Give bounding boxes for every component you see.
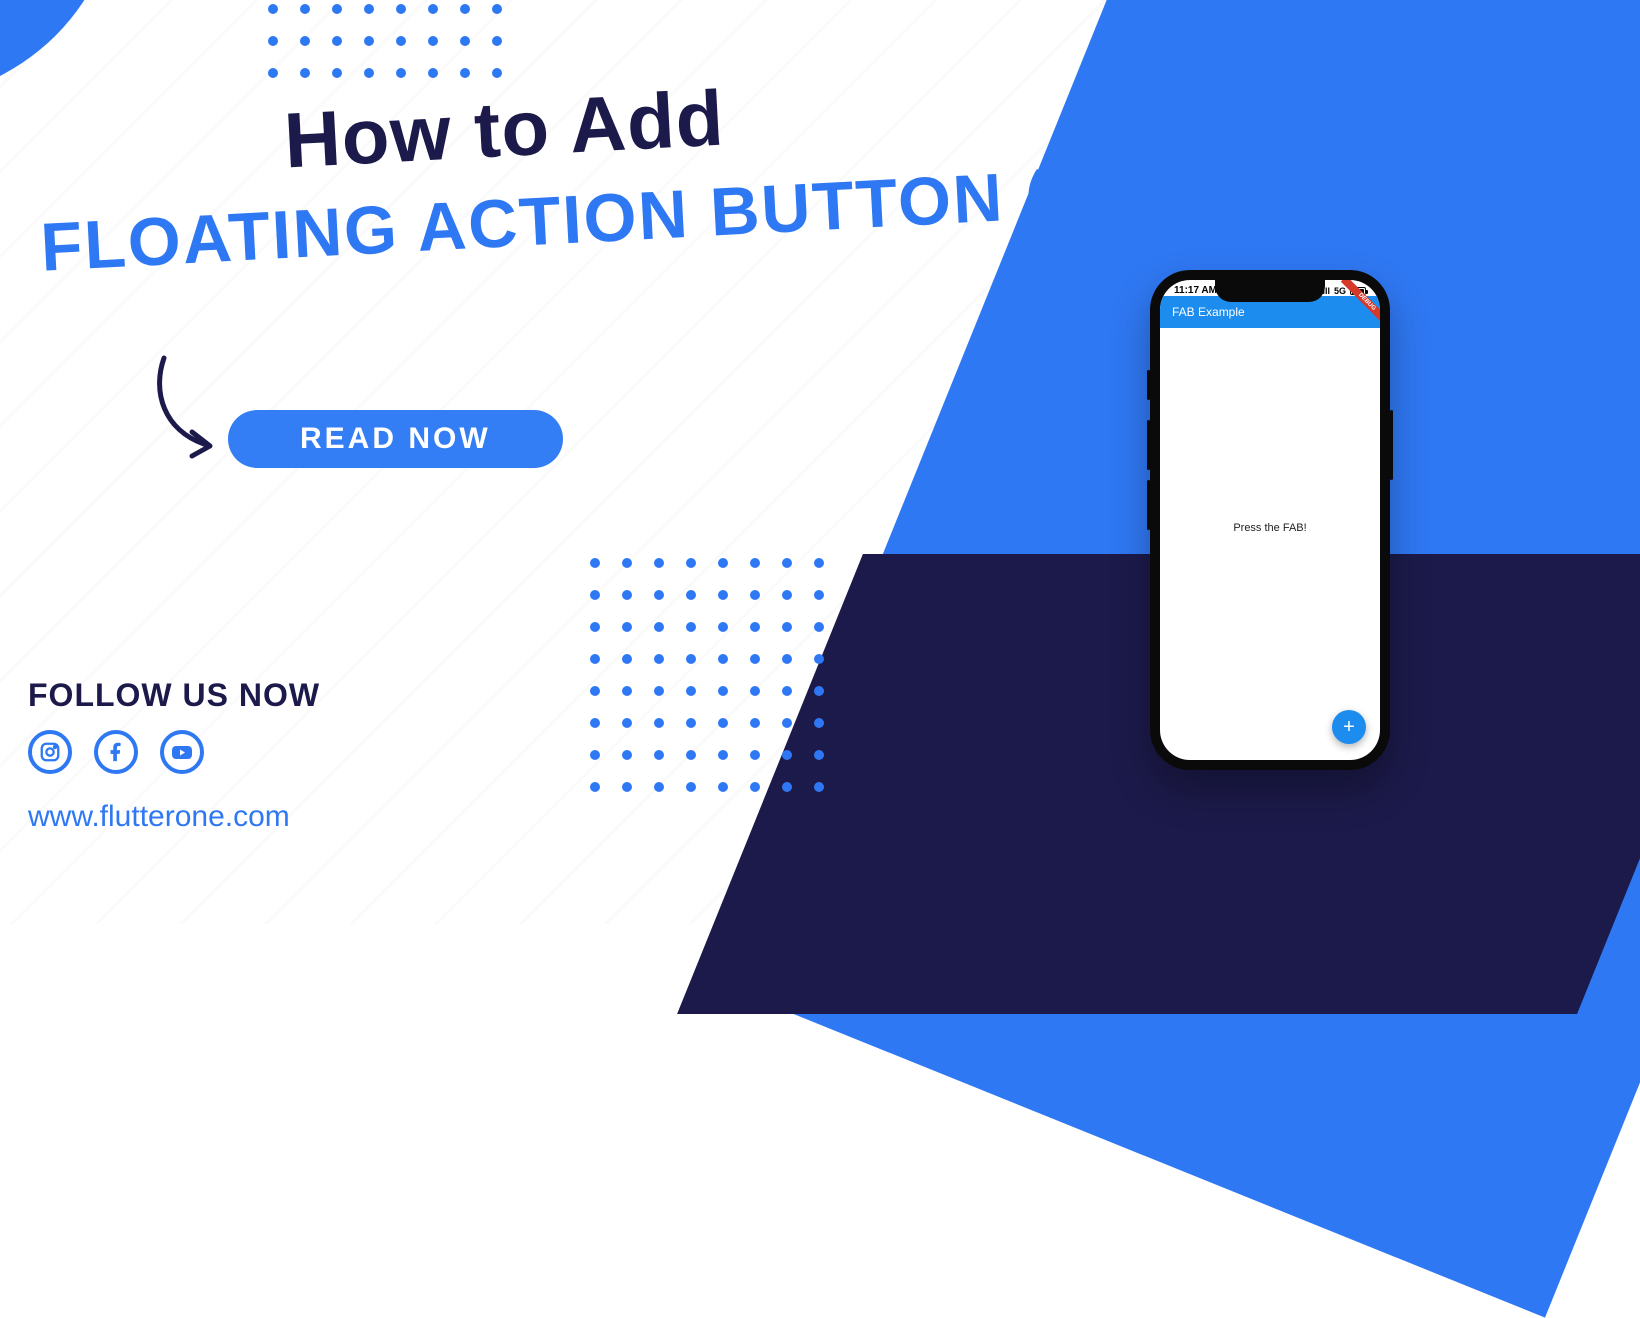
decorative-dots-mid [590, 558, 824, 792]
instagram-icon[interactable] [28, 730, 72, 774]
phone-mockup: 11:17 AM ıll 5G FAB Example DEBUG Press … [1150, 270, 1390, 770]
decorative-dots-top [268, 4, 502, 78]
facebook-icon[interactable] [94, 730, 138, 774]
app-bar-title: FAB Example [1172, 305, 1245, 319]
status-time: 11:17 AM [1174, 285, 1217, 296]
follow-section: FOLLOW US NOW [28, 677, 320, 774]
phone-notch [1215, 280, 1325, 302]
fab-button[interactable]: + [1332, 710, 1366, 744]
network-label: 5G [1334, 286, 1346, 296]
arrow-icon [144, 352, 234, 462]
phone-body: Press the FAB! [1160, 328, 1380, 728]
phone-body-text: Press the FAB! [1233, 522, 1306, 534]
youtube-icon[interactable] [160, 730, 204, 774]
plus-icon: + [1343, 716, 1355, 739]
follow-title: FOLLOW US NOW [28, 677, 320, 714]
read-now-button[interactable]: READ NOW [228, 410, 563, 468]
website-url[interactable]: www.flutterone.com [28, 800, 290, 834]
